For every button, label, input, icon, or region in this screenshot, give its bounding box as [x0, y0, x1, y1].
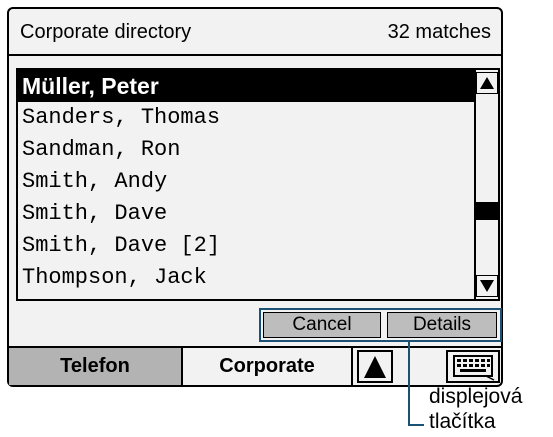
callout-label-line1: displejová [429, 385, 523, 408]
list-scrollbar[interactable] [474, 70, 498, 299]
triangle-up-icon [480, 77, 494, 89]
tab-telefon[interactable]: Telefon [9, 348, 183, 385]
list-item[interactable]: Sanders, Thomas [18, 102, 474, 134]
list-item[interactable]: Smith, Andy [18, 166, 474, 198]
tab-corporate[interactable]: Corporate [183, 348, 353, 385]
keyboard-button[interactable] [446, 350, 500, 383]
scroll-thumb[interactable] [476, 202, 498, 220]
scroll-up-button[interactable] [476, 72, 498, 94]
callout-line-vertical [408, 340, 410, 426]
triangle-down-icon [480, 280, 494, 292]
details-button[interactable]: Details [387, 312, 497, 338]
directory-items: Müller, Peter Sanders, Thomas Sandman, R… [18, 70, 474, 299]
callout-line-horizontal [408, 424, 424, 426]
list-item[interactable]: Thompson, Jack [18, 262, 474, 294]
phone-display: Corporate directory 32 matches Müller, P… [7, 7, 503, 387]
list-item[interactable]: Sandman, Ron [18, 134, 474, 166]
callout-label-line2: tlačítka [429, 410, 496, 433]
list-item[interactable]: Müller, Peter [18, 70, 474, 102]
tab-bar: Telefon Corporate [9, 346, 501, 385]
keyboard-icon [453, 355, 495, 381]
list-item[interactable]: Smith, Dave [2] [18, 230, 474, 262]
tab-switch-button[interactable] [357, 350, 393, 383]
cancel-button[interactable]: Cancel [263, 312, 381, 338]
match-count: 32 matches [387, 21, 491, 43]
list-item[interactable]: Smith, Dave [18, 198, 474, 230]
directory-list: Müller, Peter Sanders, Thomas Sandman, R… [16, 68, 500, 301]
directory-header: Corporate directory 32 matches [9, 9, 501, 56]
scroll-down-button[interactable] [476, 275, 498, 297]
directory-title: Corporate directory [20, 21, 192, 43]
triangle-up-icon [364, 355, 386, 378]
